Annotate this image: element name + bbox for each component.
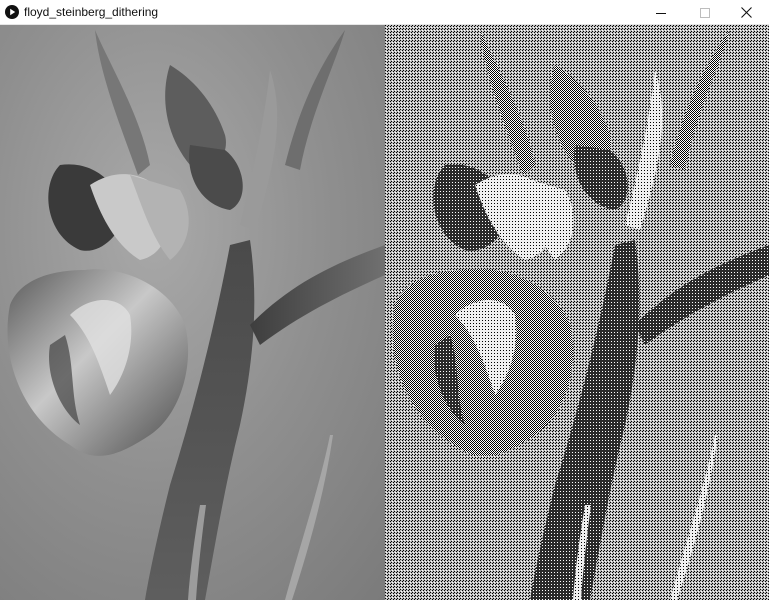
app-window: floyd_steinberg_dithering (0, 0, 769, 600)
minimize-icon (656, 8, 666, 18)
title-bar[interactable]: floyd_steinberg_dithering (0, 0, 769, 25)
original-image-panel (0, 25, 385, 600)
dithered-image-panel (385, 25, 769, 600)
maximize-button[interactable] (682, 0, 728, 25)
close-button[interactable] (723, 0, 769, 25)
maximize-icon (700, 7, 710, 18)
iris-grayscale-image (0, 25, 385, 600)
close-icon (740, 7, 752, 18)
processing-play-icon (5, 5, 19, 19)
window-title: floyd_steinberg_dithering (24, 5, 159, 19)
minimize-button[interactable] (638, 0, 684, 25)
iris-dithered-image (385, 25, 769, 600)
sketch-canvas[interactable] (0, 25, 769, 600)
